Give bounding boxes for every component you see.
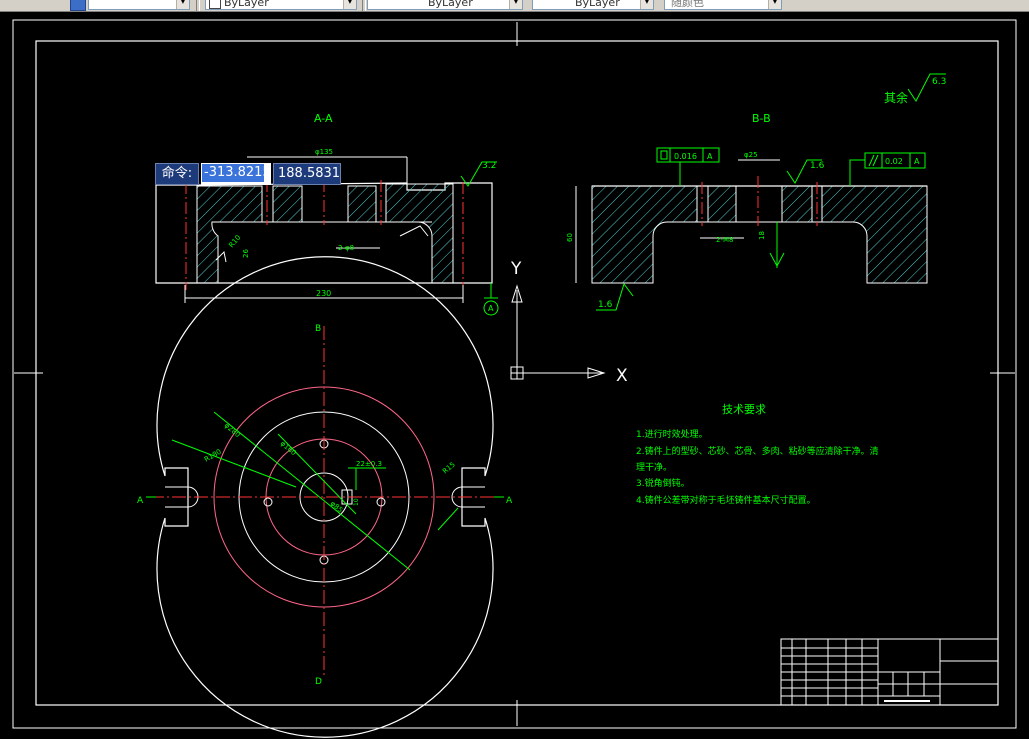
chevron-down-icon[interactable]: ▼ [640,0,653,9]
layer-dropdown[interactable]: ▼ [88,0,190,10]
y-coordinate-input[interactable]: 188.5831 [273,163,341,185]
dynamic-input: 命令: -313.8215 188.5831 [155,163,341,185]
plan-label-a-left: A [137,496,144,506]
dim-aa-holes: 2-φ8 [338,244,354,252]
remaining-roughness-value: 6.3 [932,77,946,87]
command-prompt-label: 命令: [155,163,199,185]
plan-view: B D A A R180 φ280 φ160 φ85 22±0.3 10 R15 [137,256,513,738]
tech-requirement-2b: 理干净。 [636,461,672,473]
sheet-border [12,19,1017,729]
toolbar-separator [362,0,366,11]
dim-aa-phi135: φ135 [315,148,333,156]
flatness-value: 0.016 [674,152,697,161]
properties-toolbar: ▼ ByLayer ▼ ByLayer ▼ ByLayer ▼ 随颜色 ▼ [0,0,1029,12]
drawing-canvas[interactable]: A-A B-B 其余 6.3 230 φ135 2-φ8 R10 26 3.2 [0,12,1029,739]
dim-bb-height: 60 [566,233,574,242]
plotstyle-dropdown[interactable]: 随颜色 ▼ [664,0,782,10]
x-coordinate-value: -313.8215 [202,164,271,182]
tech-requirement-2a: 2.铸件上的型砂、芯砂、芯骨、多肉、粘砂等应清除干净。清 [636,445,879,457]
roughness-aa-top: 3.2 [482,161,496,171]
plan-label-b: B [315,324,321,334]
remaining-roughness-symbol: 其余 6.3 [884,73,946,105]
dim-aa-width: 230 [316,289,331,298]
tech-requirement-1: 1.进行时效处理。 [636,428,708,440]
toolbar-separator [196,0,200,11]
lineweight-dropdown[interactable]: ByLayer ▼ [532,0,654,10]
chevron-down-icon[interactable]: ▼ [768,0,781,9]
section-bb-label: B-B [752,112,771,125]
plan-label-a-right: A [506,496,513,506]
roughness-bb-top: 1.6 [810,161,825,171]
dim-bb-holes: 2-M8 [716,236,733,244]
chevron-down-icon[interactable]: ▼ [509,0,522,9]
section-bb-view: 60 φ25 0.016 A 0.02 A 1.6 2-M8 18 1.6 [566,147,928,311]
plan-r15: R15 [441,461,457,476]
flatness-datum: A [707,152,713,161]
color-dropdown[interactable]: ByLayer ▼ [205,0,357,10]
plan-phi160: φ160 [279,439,298,457]
chevron-down-icon[interactable]: ▼ [176,0,189,9]
layer-state-icon[interactable] [70,0,86,11]
plan-keyway-depth: 10 [353,498,360,506]
tech-requirement-4: 4.铸件公差带对称于毛坯铸件基本尺寸配置。 [636,494,816,506]
linetype-dropdown[interactable]: ByLayer ▼ [367,0,523,10]
remaining-roughness-label: 其余 [884,90,908,105]
dim-aa-depth: 26 [242,249,250,258]
parallelism-value: 0.02 [885,157,903,166]
tech-requirements: 技术要求 1.进行时效处理。 2.铸件上的型砂、芯砂、芯骨、多肉、粘砂等应清除干… [636,403,879,506]
plan-keyway: 22±0.3 [356,460,382,468]
dim-bb-phi: φ25 [744,151,758,159]
color-swatch-icon [209,0,221,9]
dim-aa-r10: R10 [227,234,242,250]
x-coordinate-input[interactable]: -313.8215 [201,163,271,185]
datum-a-label: A [488,304,494,313]
tech-requirements-title: 技术要求 [722,403,766,416]
ucs-x-label: X [616,366,628,386]
title-block [780,638,999,706]
ucs-y-label: Y [510,259,522,279]
parallelism-datum: A [914,157,920,166]
chevron-down-icon[interactable]: ▼ [343,0,356,9]
section-aa-label: A-A [314,112,333,125]
tech-requirement-3: 3.锐角倒钝。 [636,477,690,489]
roughness-bb-bottom: 1.6 [598,300,613,310]
dim-bb-depth: 18 [758,231,766,240]
plan-label-d: D [315,677,322,687]
